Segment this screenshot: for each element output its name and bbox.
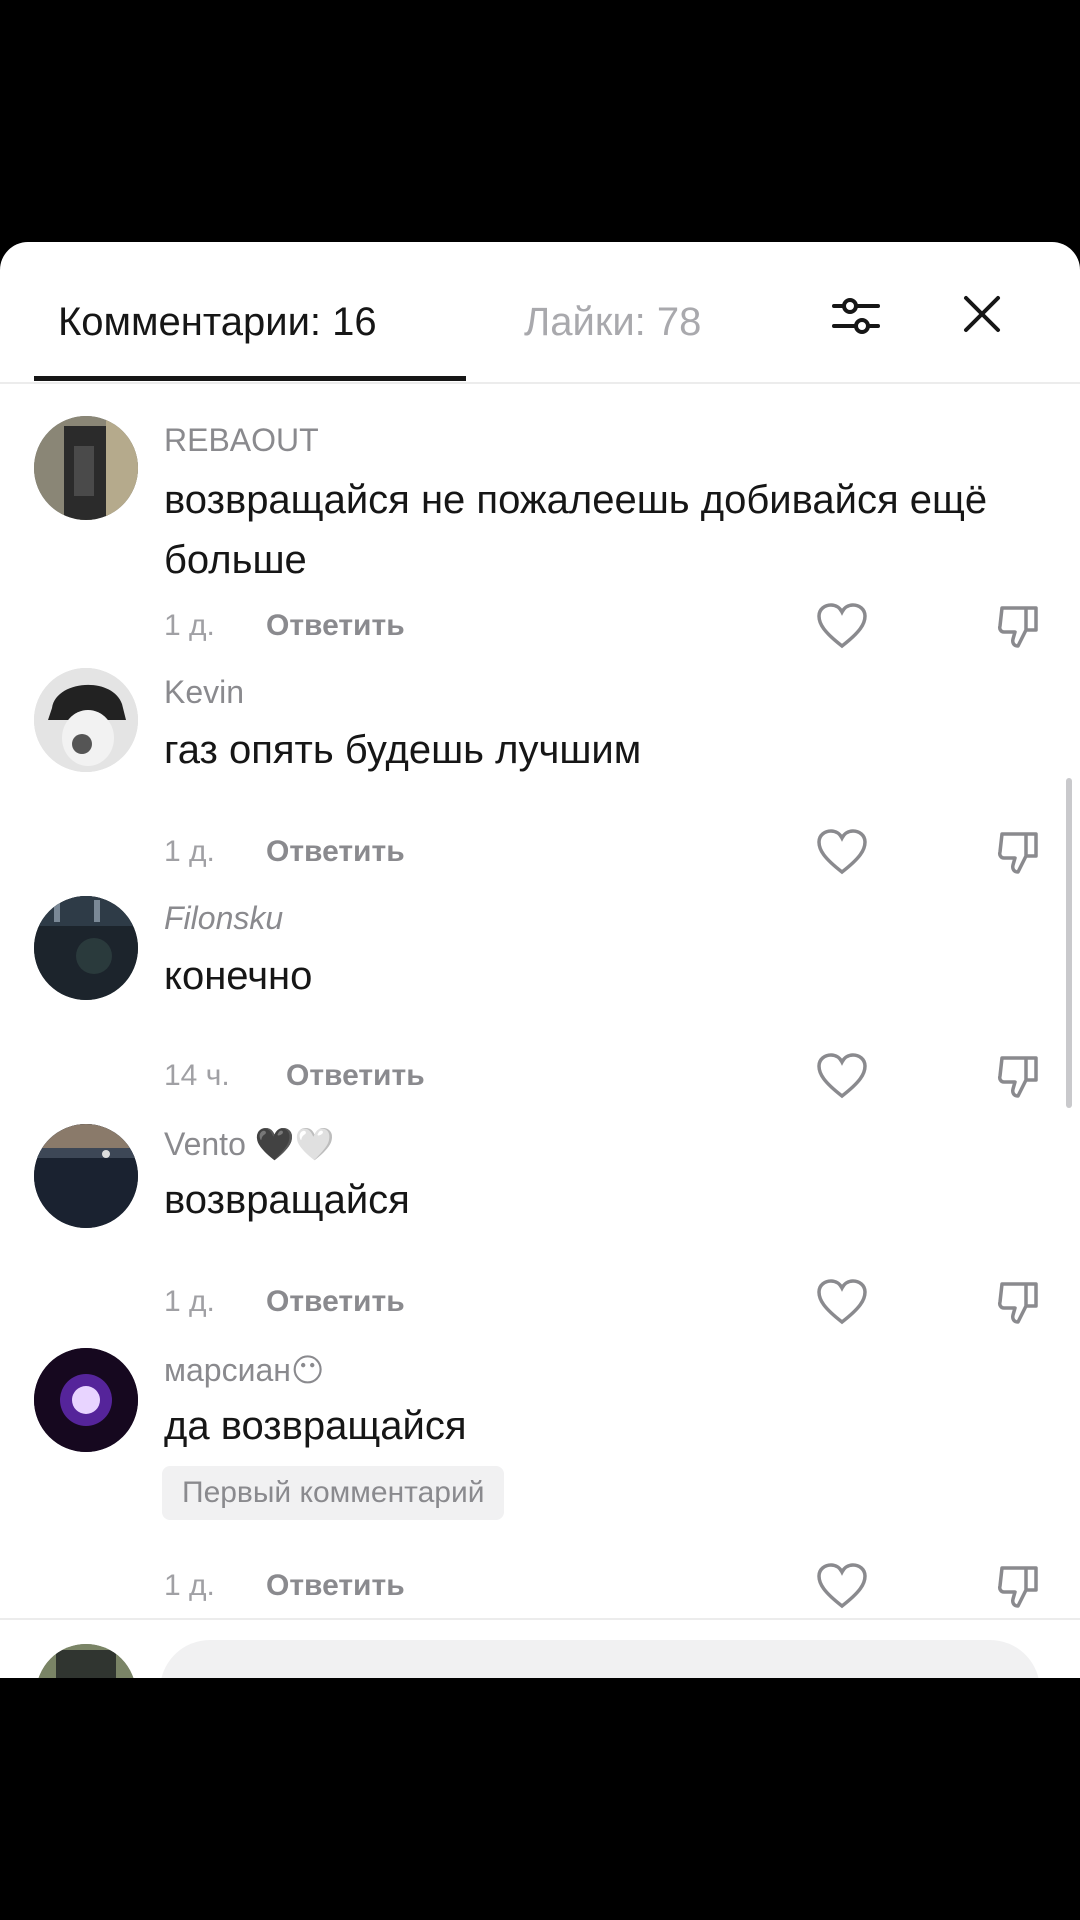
- reply-button[interactable]: Ответить: [266, 1282, 405, 1322]
- avatar[interactable]: [34, 1124, 138, 1228]
- avatar[interactable]: [34, 416, 138, 520]
- comment-time: 1 д.: [164, 1285, 215, 1318]
- dislike-icon[interactable]: [996, 602, 1040, 650]
- username[interactable]: Kevin: [164, 672, 244, 712]
- avatar[interactable]: [34, 896, 138, 1000]
- reply-button[interactable]: Ответить: [266, 832, 405, 872]
- heart-icon[interactable]: [816, 1052, 868, 1100]
- comments-sheet: Комментарии: 16 Лайки: 78 REBAOUT возвра…: [0, 242, 1080, 1678]
- footer-divider: [0, 1618, 1080, 1620]
- comment-list[interactable]: REBAOUT возвращайся не пожалеешь добивай…: [0, 384, 1080, 1664]
- comment-time: 1 д.: [164, 1569, 215, 1602]
- tab-likes[interactable]: Лайки: 78: [524, 294, 701, 350]
- dislike-icon[interactable]: [996, 1562, 1040, 1610]
- dislike-icon[interactable]: [996, 828, 1040, 876]
- tab-comments[interactable]: Комментарии: 16: [58, 294, 377, 350]
- comment-time: 1 д.: [164, 835, 215, 868]
- dislike-icon[interactable]: [996, 1052, 1040, 1100]
- comment-text: конечно: [164, 954, 313, 998]
- comment-time: 14 ч.: [164, 1059, 230, 1092]
- heart-icon[interactable]: [816, 1278, 868, 1326]
- reply-button[interactable]: Ответить: [286, 1056, 425, 1096]
- username[interactable]: марсиан😶: [164, 1350, 324, 1390]
- heart-icon[interactable]: [816, 602, 868, 650]
- comment-text: да возвращайся: [164, 1404, 467, 1448]
- sliders-icon[interactable]: [828, 288, 884, 344]
- comment-time: 1 д.: [164, 609, 215, 642]
- comment-text: возвращайся не пожалеешь добивайся ещё б…: [164, 478, 988, 582]
- avatar[interactable]: [34, 668, 138, 772]
- scrollbar[interactable]: [1066, 778, 1072, 1108]
- heart-icon[interactable]: [816, 828, 868, 876]
- comment-text: газ опять будешь лучшим: [164, 728, 642, 772]
- tab-bar: Комментарии: 16 Лайки: 78: [0, 242, 1080, 384]
- comment-input[interactable]: [160, 1640, 1040, 1678]
- dislike-icon[interactable]: [996, 1278, 1040, 1326]
- reply-button[interactable]: Ответить: [266, 606, 405, 646]
- first-comment-badge: Первый комментарий: [162, 1466, 505, 1520]
- username[interactable]: Vento 🖤🤍: [164, 1124, 334, 1164]
- reply-button[interactable]: Ответить: [266, 1566, 405, 1606]
- active-tab-indicator: [34, 376, 466, 381]
- close-icon[interactable]: [956, 286, 1008, 342]
- heart-icon[interactable]: [816, 1562, 868, 1610]
- username[interactable]: Filonsku: [164, 898, 283, 938]
- username[interactable]: REBAOUT: [164, 420, 319, 460]
- comment-text: возвращайся: [164, 1178, 410, 1222]
- avatar[interactable]: [34, 1348, 138, 1452]
